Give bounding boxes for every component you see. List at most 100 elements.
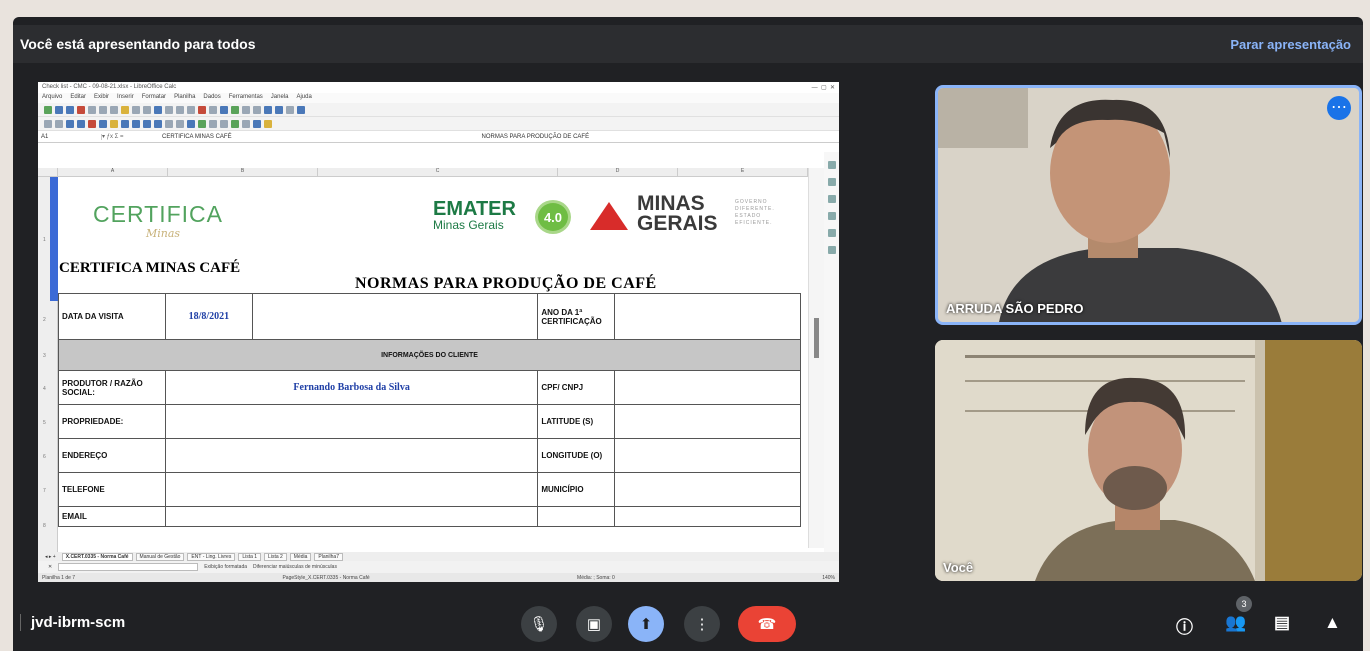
presenting-banner: Você está apresentando para todos Parar … (13, 25, 1363, 63)
self-name: Você (943, 560, 974, 575)
status-pagestyle: PageStyle_X.CERT.0335 - Norma Café (282, 574, 370, 581)
close-icon[interactable]: ✕ (48, 564, 52, 570)
row-right-label[interactable] (537, 506, 616, 527)
sheet-grid[interactable]: 12345678 CERTIFICA Minas EMATER Minas Ge… (38, 177, 808, 552)
row-value[interactable] (164, 472, 539, 507)
self-video (935, 340, 1362, 581)
menu-item[interactable]: Janela (271, 94, 289, 102)
end-call-button[interactable]: ☎ (738, 606, 796, 642)
formula-input[interactable]: CERTIFICA MINAS CAFÉ (162, 134, 232, 140)
meeting-code: jvd-ibrm-scm (20, 614, 125, 631)
row-label[interactable]: EMAIL (58, 506, 166, 527)
certifica-logo: CERTIFICA (93, 201, 223, 228)
row-label[interactable]: TELEFONE (58, 472, 166, 507)
more-options-button[interactable]: ⋮ (684, 606, 720, 642)
menu-item[interactable]: Inserir (117, 94, 134, 102)
mic-button[interactable]: 🎙 (521, 606, 557, 642)
info-icon[interactable]: ⓘ (1176, 613, 1193, 638)
sheet-tab[interactable]: Média (289, 552, 312, 561)
menu-item[interactable]: Ajuda (296, 94, 311, 102)
sheet-tab[interactable]: Lista 1 (238, 552, 262, 561)
function-icon[interactable]: ▾ ƒx Σ = (102, 133, 162, 140)
camera-icon: ▣ (586, 616, 602, 633)
participant-name: ARRUDA SÃO PEDRO (946, 301, 1084, 316)
visit-date-label[interactable]: DATA DA VISITA (58, 293, 166, 340)
minas-gerais-slogan: GOVERNO DIFERENTE. ESTADO EFICIENTE. (735, 199, 775, 226)
row-right-label[interactable]: MUNICÍPIO (537, 472, 616, 507)
row-right-label[interactable]: LATITUDE (S) (537, 404, 616, 439)
name-box[interactable]: A1 (38, 133, 102, 140)
sheet-title-right: NORMAS PARA PRODUÇÃO DE CAFÉ (355, 275, 657, 292)
participant-tile[interactable]: ⋯ ARRUDA SÃO PEDRO (935, 85, 1362, 325)
status-sum: Média: ; Soma: 0 (577, 574, 615, 581)
menu-item[interactable]: Arquivo (42, 94, 62, 102)
client-info-table: DATA DA VISITA 18/8/2021 ANO DA 1ª CERTI… (58, 293, 801, 527)
row-label[interactable]: PROPRIEDADE: (58, 404, 166, 439)
camera-button[interactable]: ▣ (576, 606, 612, 642)
activities-icon[interactable]: ▲ (1324, 613, 1341, 633)
row-value[interactable] (164, 404, 539, 439)
minas-gerais-logo: MINAS GERAIS (637, 192, 718, 235)
formula-bar[interactable]: A1 ▾ ƒx Σ = CERTIFICA MINAS CAFÉ NORMAS … (38, 131, 839, 143)
menu-item[interactable]: Editar (70, 94, 86, 102)
menu-item[interactable]: Ferramentas (229, 94, 263, 102)
window-titlebar: Check list - CMC - 09-08-21.xlsx - Libre… (38, 82, 839, 93)
meet-window: Você está apresentando para todos Parar … (13, 17, 1363, 651)
more-options-icon[interactable]: ⋯ (1327, 96, 1351, 120)
participant-video (938, 88, 1359, 322)
stop-presenting-button[interactable]: Parar apresentação (1230, 37, 1351, 52)
find-toolbar: ✕ Exibição formatada Diferenciar maiúscu… (38, 561, 839, 573)
certifica-logo-sub: Minas (146, 227, 181, 240)
sheet-tab[interactable]: ENT - Ling. Livres (187, 552, 236, 561)
table-row: PRODUTOR / RAZÃO SOCIAL: Fernando Barbos… (58, 370, 801, 405)
hang-up-icon: ☎ (757, 616, 777, 633)
visit-date-value[interactable]: 18/8/2021 (164, 293, 253, 340)
row-label[interactable]: PRODUTOR / RAZÃO SOCIAL: (58, 370, 166, 405)
sheet-tab[interactable]: Lista 2 (264, 552, 287, 561)
menu-item[interactable]: Formatar (142, 94, 166, 102)
row-value[interactable]: Fernando Barbosa da Silva (164, 370, 539, 405)
window-controls[interactable]: — ▢ ✕ (812, 84, 835, 91)
column-headers[interactable]: ABCDE (38, 168, 808, 177)
row-value[interactable] (164, 506, 539, 527)
chat-icon[interactable]: ▤ (1274, 613, 1290, 633)
sheet-tabs[interactable]: ◂ ▸ + X.CERT.0335 - Norma Café Manual de… (38, 552, 839, 561)
table-row: INFORMAÇÕES DO CLIENTE (58, 339, 801, 371)
find-input[interactable] (58, 563, 199, 571)
row-headers[interactable]: 12345678 (38, 177, 58, 552)
window-title: Check list - CMC - 09-08-21.xlsx - Libre… (42, 84, 177, 90)
section-header[interactable]: INFORMAÇÕES DO CLIENTE (58, 339, 801, 371)
row-label[interactable]: ENDEREÇO (58, 438, 166, 473)
people-count-badge: 3 (1236, 596, 1252, 612)
menu-item[interactable]: Exibir (94, 94, 109, 102)
formatting-toolbar[interactable] (38, 117, 839, 131)
sheet-tab[interactable]: Manual de Gestão (135, 552, 185, 561)
minas-gerais-triangle-icon (590, 202, 628, 230)
menu-item[interactable]: Dados (203, 94, 220, 102)
table-row: ENDEREÇO LONGITUDE (O) (58, 438, 801, 473)
cert-year-label[interactable]: ANO DA 1ª CERTIFICAÇÃO (537, 293, 616, 340)
find-option-case[interactable]: Diferenciar maiúsculas de minúsculas (253, 564, 337, 570)
sheet-tab[interactable]: Planilha7 (314, 552, 343, 561)
present-screen-icon: ⬆ (639, 616, 653, 633)
tab-nav-arrows[interactable]: ◂ ▸ + (42, 554, 59, 560)
menu-item[interactable]: Planilha (174, 94, 195, 102)
self-tile[interactable]: Você (935, 340, 1362, 581)
people-icon[interactable]: 👥 (1225, 613, 1246, 633)
sheet-tab[interactable]: X.CERT.0335 - Norma Café (61, 552, 133, 561)
present-button[interactable]: ⬆ (628, 606, 664, 642)
emater-logo-sub: Minas Gerais (433, 218, 504, 232)
find-option-formatted[interactable]: Exibição formatada (204, 564, 247, 570)
row-right-label[interactable]: CPF/ CNPJ (537, 370, 616, 405)
microphone-icon: 🎙 (529, 616, 549, 633)
standard-toolbar[interactable] (38, 103, 839, 117)
shared-screen: Check list - CMC - 09-08-21.xlsx - Libre… (38, 82, 839, 582)
status-sheet: Planilha 1 de 7 (42, 574, 76, 581)
status-bar: Planilha 1 de 7 PageStyle_X.CERT.0335 - … (38, 573, 839, 582)
vertical-scrollbar[interactable] (808, 168, 824, 548)
row-right-label[interactable]: LONGITUDE (O) (537, 438, 616, 473)
sidebar-deck[interactable] (824, 152, 839, 552)
zoom-level[interactable]: 140% (822, 575, 835, 581)
row-value[interactable] (164, 438, 539, 473)
presenting-text: Você está apresentando para todos (20, 36, 256, 52)
